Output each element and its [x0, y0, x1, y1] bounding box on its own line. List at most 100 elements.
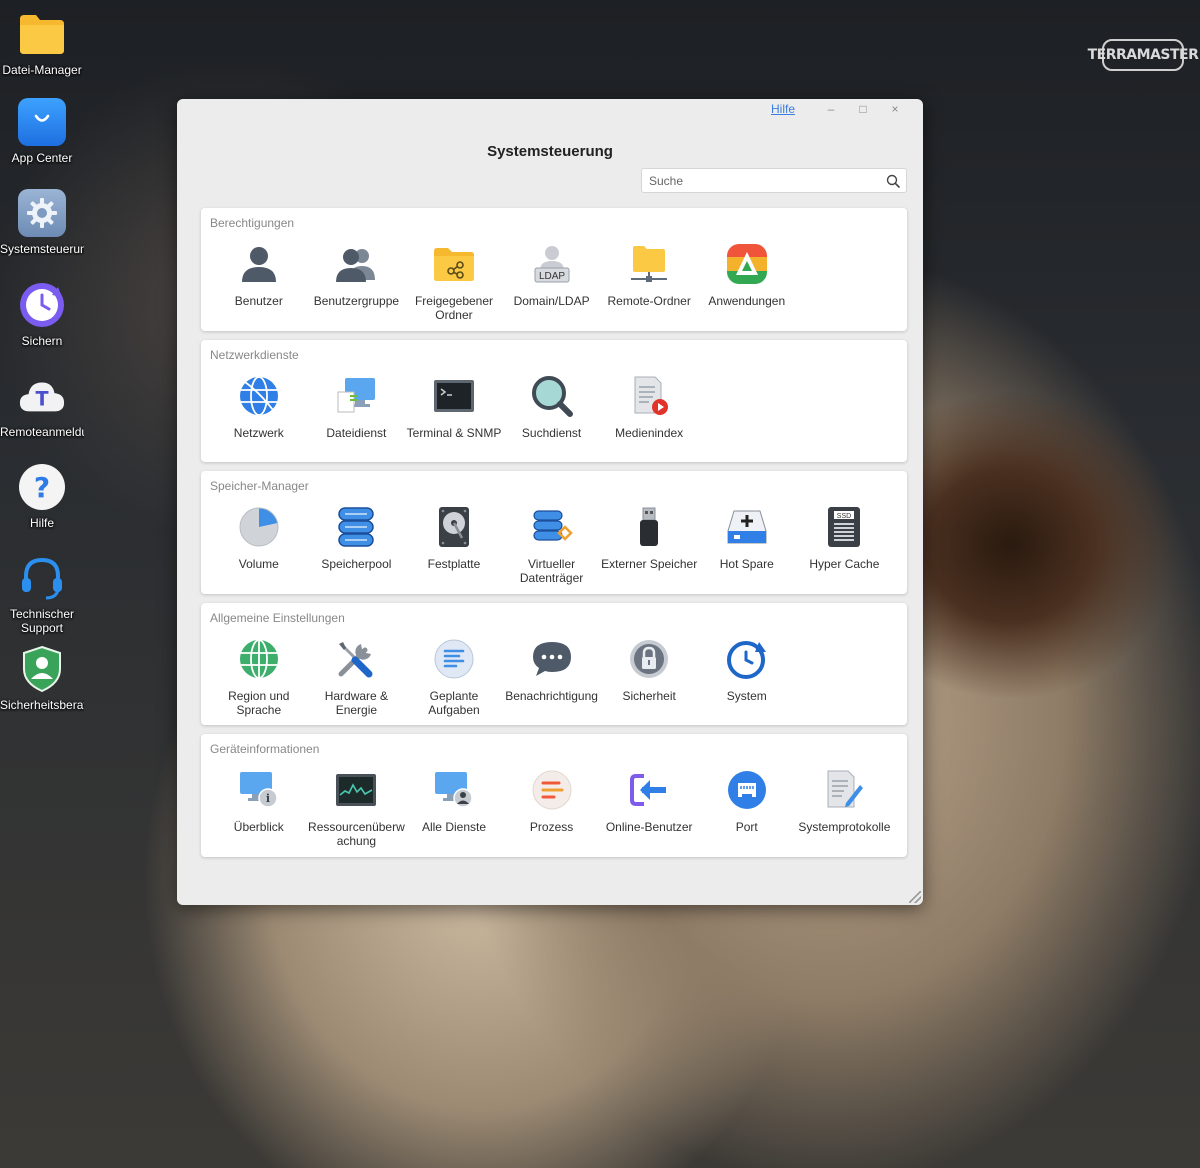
process-icon: [530, 768, 574, 812]
file-service-icon: [334, 374, 378, 418]
item-domain-ldap[interactable]: LDAP Domain/LDAP: [503, 242, 601, 322]
item-label: Anwendungen: [708, 294, 786, 308]
scheduled-tasks-icon: [432, 637, 476, 681]
item-label: Überblick: [233, 820, 284, 834]
help-link[interactable]: Hilfe: [771, 102, 795, 116]
resource-monitor-icon: [334, 768, 378, 812]
search-input[interactable]: [642, 169, 880, 192]
svg-text:T: T: [35, 388, 48, 411]
lock-icon: [627, 637, 671, 681]
item-shared-folder[interactable]: Freigegebener Ordner: [405, 242, 503, 322]
item-hyper-cache[interactable]: SSD Hyper Cache: [796, 505, 894, 585]
desktop-icon-label: Datei-Manager: [2, 63, 82, 77]
storage-pool-icon: [334, 505, 378, 549]
item-file-service[interactable]: Dateidienst: [308, 374, 406, 440]
item-terminal-snmp[interactable]: Terminal & SNMP: [405, 374, 503, 440]
item-virtual-disk[interactable]: Virtueller Datenträger: [503, 505, 601, 585]
item-hardware-energy[interactable]: Hardware & Energie: [308, 637, 406, 717]
desktop-icon-file-manager[interactable]: Datei-Manager: [0, 10, 84, 77]
item-external-storage[interactable]: Externer Speicher: [600, 505, 698, 585]
item-notification[interactable]: Benachrichtigung: [503, 637, 601, 717]
virtual-disk-icon: [530, 505, 574, 549]
svg-text:?: ?: [34, 471, 50, 504]
globe-network-icon: [237, 374, 281, 418]
item-system[interactable]: System: [698, 637, 796, 717]
overview-monitor-icon: i: [237, 768, 281, 812]
item-media-index[interactable]: Medienindex: [600, 374, 698, 440]
window-title: Systemsteuerung: [487, 143, 613, 160]
item-label: Online-Benutzer: [605, 820, 693, 834]
desktop-icon-support[interactable]: Technischer Support: [0, 554, 84, 635]
item-label: Domain/LDAP: [513, 294, 590, 308]
usb-drive-icon: [627, 505, 671, 549]
folder-icon: [18, 10, 66, 58]
item-label: Port: [735, 820, 758, 834]
item-overview[interactable]: i Überblick: [210, 768, 308, 848]
svg-text:i: i: [266, 792, 270, 805]
item-label: Hot Spare: [719, 557, 774, 571]
item-hard-disk[interactable]: Festplatte: [405, 505, 503, 585]
item-port[interactable]: Port: [698, 768, 796, 848]
desktop-icon-help[interactable]: ? Hilfe: [0, 463, 84, 530]
chat-bubble-icon: [530, 637, 574, 681]
item-resource-monitor[interactable]: Ressourcenüberw achung: [308, 768, 406, 848]
desktop-icon-label: Sichern: [21, 334, 63, 348]
desktop-icon-control-panel[interactable]: Systemsteuerun: [0, 189, 84, 256]
item-hot-spare[interactable]: Hot Spare: [698, 505, 796, 585]
cloud-t-icon: T: [18, 372, 66, 420]
desktop-icon-label: Hilfe: [29, 516, 54, 530]
item-remote-folder[interactable]: Remote-Ordner: [600, 242, 698, 322]
item-label: Freigegebener Ordner: [414, 294, 494, 322]
applications-icon: [725, 242, 769, 286]
item-volume[interactable]: Volume: [210, 505, 308, 585]
gear-icon: [18, 189, 66, 237]
region-globe-icon: [237, 637, 281, 681]
desktop-icon-app-center[interactable]: App Center: [0, 98, 84, 165]
item-scheduled-tasks[interactable]: Geplante Aufgaben: [405, 637, 503, 717]
media-index-icon: [627, 374, 671, 418]
desktop-icon-remote-login[interactable]: T Remoteanmeldu: [0, 372, 84, 439]
maximize-button[interactable]: □: [847, 102, 879, 116]
item-label: Hardware & Energie: [324, 689, 389, 717]
section-network-services: Netzwerkdienste Netzwerk Dateidienst Ter…: [201, 340, 907, 462]
item-storage-pool[interactable]: Speicherpool: [308, 505, 406, 585]
item-label: Alle Dienste: [421, 820, 486, 834]
minimize-button[interactable]: –: [815, 102, 847, 116]
desktop-icon-backup[interactable]: Sichern: [0, 281, 84, 348]
brand-logo: TERRAMASTER: [1088, 39, 1199, 71]
item-label: Benutzergruppe: [313, 294, 400, 308]
item-user[interactable]: Benutzer: [210, 242, 308, 322]
item-region-language[interactable]: Region und Sprache: [210, 637, 308, 717]
all-services-icon: [432, 768, 476, 812]
item-label: Remote-Ordner: [607, 294, 691, 308]
item-network[interactable]: Netzwerk: [210, 374, 308, 440]
close-button[interactable]: ×: [879, 102, 911, 116]
section-title: Netzwerkdienste: [210, 348, 299, 362]
system-log-icon: [822, 768, 866, 812]
desktop-icon-label: Technischer Support: [9, 607, 75, 635]
item-process[interactable]: Prozess: [503, 768, 601, 848]
item-security[interactable]: Sicherheit: [600, 637, 698, 717]
ssd-badge-text: SSD: [837, 513, 851, 520]
control-panel-window: Hilfe – □ × Systemsteuerung Berechtigung…: [177, 99, 923, 905]
search-icon[interactable]: [880, 169, 906, 193]
shield-user-icon: [18, 645, 66, 693]
tools-icon: [334, 637, 378, 681]
desktop-icon-security-advisor[interactable]: Sicherheitsberat: [0, 645, 84, 712]
item-system-logs[interactable]: Systemprotokolle: [796, 768, 894, 848]
item-applications[interactable]: Anwendungen: [698, 242, 796, 322]
ldap-badge-text: LDAP: [539, 271, 565, 282]
item-label: Speicherpool: [321, 557, 392, 571]
item-label: System: [726, 689, 767, 703]
item-user-group[interactable]: Benutzergruppe: [308, 242, 406, 322]
desktop-icon-label: Sicherheitsberat: [0, 698, 84, 712]
item-all-services[interactable]: Alle Dienste: [405, 768, 503, 848]
item-search-service[interactable]: Suchdienst: [503, 374, 601, 440]
window-controls: Hilfe – □ ×: [771, 102, 911, 116]
item-label: Volume: [238, 557, 279, 571]
terminal-icon: [432, 374, 476, 418]
question-icon: ?: [18, 463, 66, 511]
resize-handle[interactable]: [909, 891, 921, 903]
item-online-users[interactable]: Online-Benutzer: [600, 768, 698, 848]
item-label: Netzwerk: [233, 426, 284, 440]
